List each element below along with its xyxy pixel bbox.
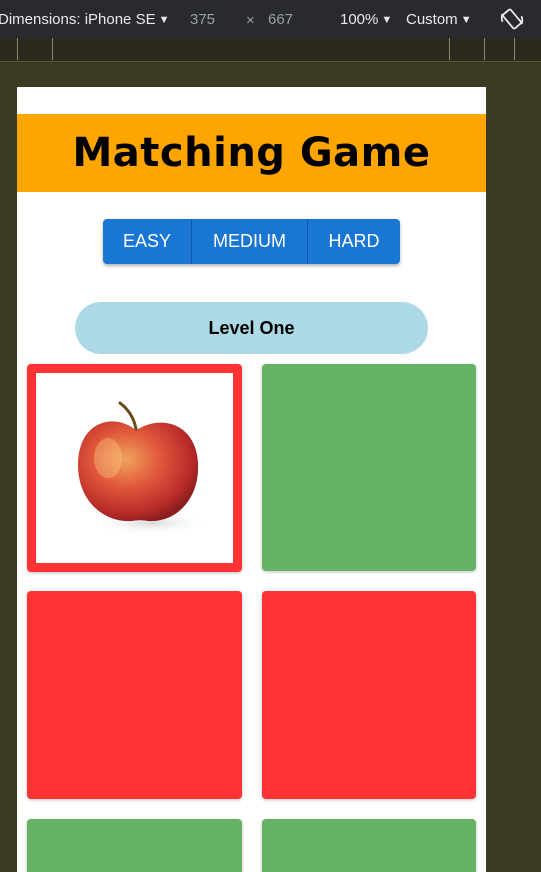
viewport-height-input[interactable]: 667 <box>268 11 293 28</box>
card-hidden[interactable] <box>27 819 242 872</box>
chevron-down-icon: ▼ <box>158 14 170 26</box>
card-hidden[interactable] <box>262 819 476 872</box>
medium-button[interactable]: MEDIUM <box>192 219 308 264</box>
card-revealed[interactable] <box>27 364 242 572</box>
device-label: Dimensions: iPhone SE <box>0 11 156 28</box>
ruler-tick <box>514 38 515 60</box>
device-ruler <box>0 38 541 62</box>
chevron-down-icon: ▼ <box>381 14 393 26</box>
throttle-select[interactable]: Custom ▼ <box>406 11 472 28</box>
devtools-toolbar: Dimensions: iPhone SE ▼ 375 × 667 100% ▼ C… <box>0 0 541 38</box>
card-hidden[interactable] <box>27 591 242 799</box>
device-dimensions-select[interactable]: Dimensions: iPhone SE ▼ <box>0 11 169 28</box>
difficulty-button-group: EASY MEDIUM HARD <box>103 219 400 264</box>
ruler-tick <box>484 38 485 60</box>
apple-icon <box>78 401 211 535</box>
device-viewport: Matching Game EASY MEDIUM HARD Level One <box>17 87 486 872</box>
card-hidden[interactable] <box>262 364 476 571</box>
ruler-tick <box>17 38 18 60</box>
level-indicator: Level One <box>75 302 428 354</box>
card-face <box>36 373 233 563</box>
ruler-tick <box>449 38 450 60</box>
card-hidden[interactable] <box>262 591 476 799</box>
zoom-select[interactable]: 100% ▼ <box>340 11 392 28</box>
easy-button[interactable]: EASY <box>103 219 192 264</box>
rotate-icon[interactable] <box>499 6 525 32</box>
throttle-label: Custom <box>406 11 458 28</box>
times-icon: × <box>246 12 255 29</box>
zoom-label: 100% <box>340 11 379 28</box>
page-title: Matching Game <box>72 130 431 176</box>
chevron-down-icon: ▼ <box>460 14 472 26</box>
game-header: Matching Game <box>17 114 486 192</box>
ruler-tick <box>52 38 53 60</box>
viewport-width-input[interactable]: 375 <box>190 11 215 28</box>
hard-button[interactable]: HARD <box>308 219 400 264</box>
